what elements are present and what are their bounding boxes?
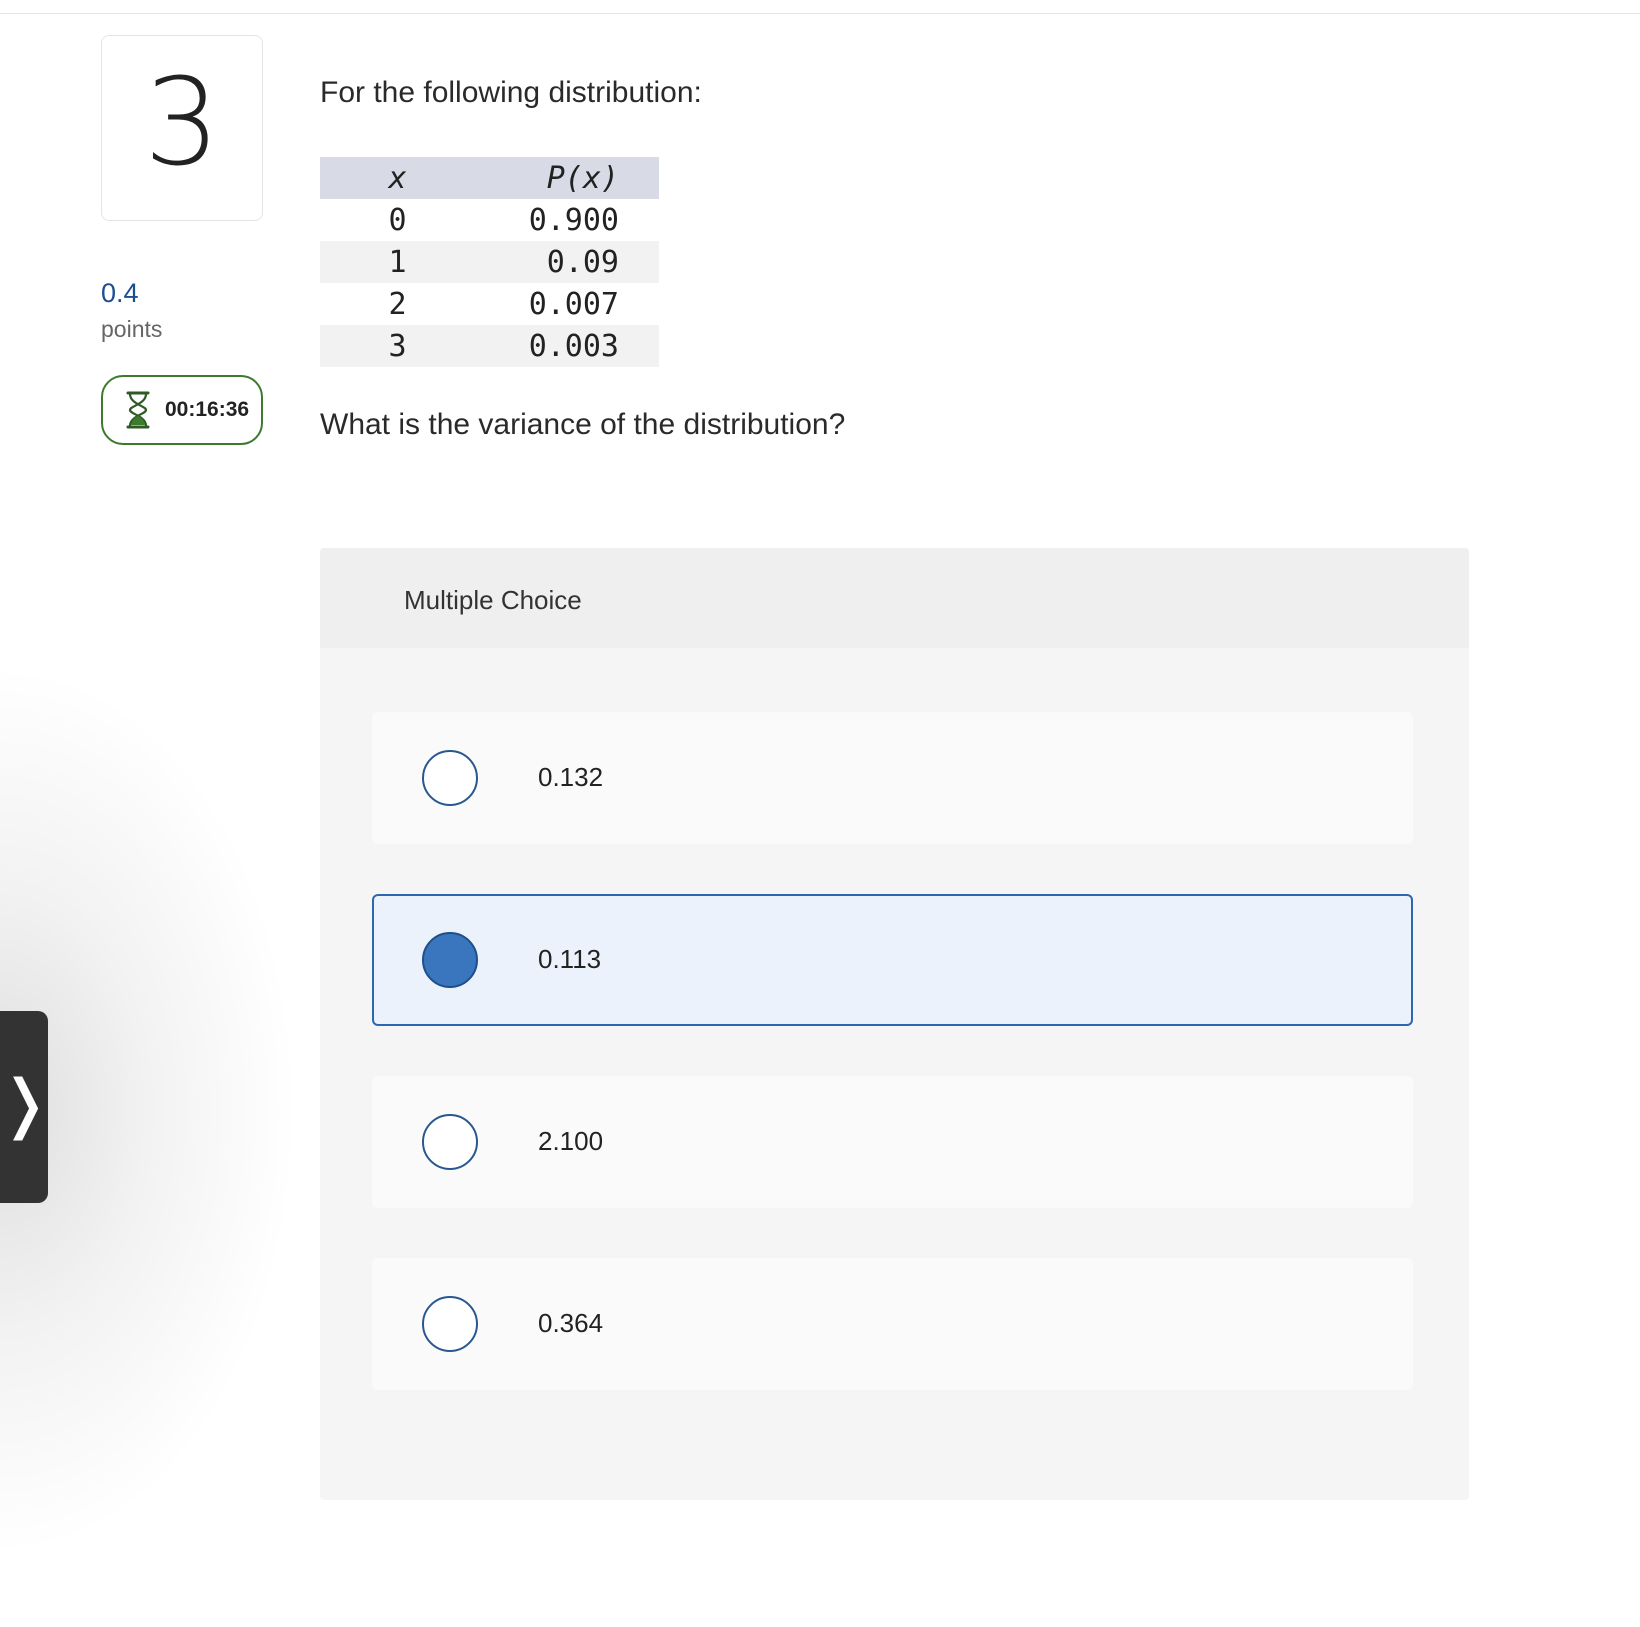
radio-button-selected[interactable] [422, 932, 478, 988]
points-value: 0.4 [101, 278, 139, 308]
radio-button[interactable] [422, 750, 478, 806]
top-divider [0, 13, 1640, 14]
table-row: 1 0.09 [320, 241, 659, 283]
table-row: 3 0.003 [320, 325, 659, 367]
multiple-choice-panel: Multiple Choice 0.132 0.113 2.100 0.364 [320, 548, 1469, 1500]
question-number-box: 3 [101, 35, 263, 221]
radio-button[interactable] [422, 1296, 478, 1352]
radio-button[interactable] [422, 1114, 478, 1170]
table-header-x: x [320, 157, 483, 199]
table-cell-x: 1 [320, 241, 483, 283]
chevron-right-icon: ❭ [0, 1067, 52, 1141]
table-cell-px: 0.007 [528, 286, 619, 322]
hourglass-icon [126, 391, 150, 429]
answer-option-2[interactable]: 0.113 [372, 894, 1413, 1026]
table-header-row: x P(x) [320, 157, 659, 199]
table-row: 0 0.900 [320, 199, 659, 241]
table-row: 2 0.007 [320, 283, 659, 325]
table-cell-x: 2 [388, 286, 407, 322]
table-cell-px: 0.003 [483, 325, 659, 367]
answer-option-3[interactable]: 2.100 [372, 1076, 1413, 1208]
answer-label: 0.364 [538, 1308, 604, 1338]
points-label: points [101, 316, 163, 342]
question-number: 3 [143, 54, 221, 193]
side-panel-toggle[interactable]: ❭ [0, 1011, 52, 1203]
answer-label: 0.132 [538, 762, 604, 792]
timer-badge: 00:16:36 [101, 375, 263, 445]
answer-label: 0.113 [538, 944, 602, 974]
multiple-choice-title: Multiple Choice [404, 585, 582, 615]
question-text: What is the variance of the distribution… [320, 408, 846, 441]
answer-option-4[interactable]: 0.364 [372, 1258, 1413, 1390]
answer-label: 2.100 [538, 1126, 604, 1156]
answer-option-1[interactable]: 0.132 [372, 712, 1413, 844]
table-cell-x: 3 [320, 325, 483, 367]
table-cell-x: 0 [388, 202, 407, 238]
distribution-table: x P(x) 0 0.900 1 0.09 2 0.007 3 0.003 [320, 157, 659, 367]
multiple-choice-header: Multiple Choice [320, 548, 1469, 648]
timer-text: 00:16:36 [165, 398, 250, 421]
table-header-px: P(x) [483, 157, 659, 199]
question-prompt: For the following distribution: [320, 76, 702, 109]
table-cell-px: 0.09 [483, 241, 659, 283]
table-cell-px: 0.900 [528, 202, 619, 238]
